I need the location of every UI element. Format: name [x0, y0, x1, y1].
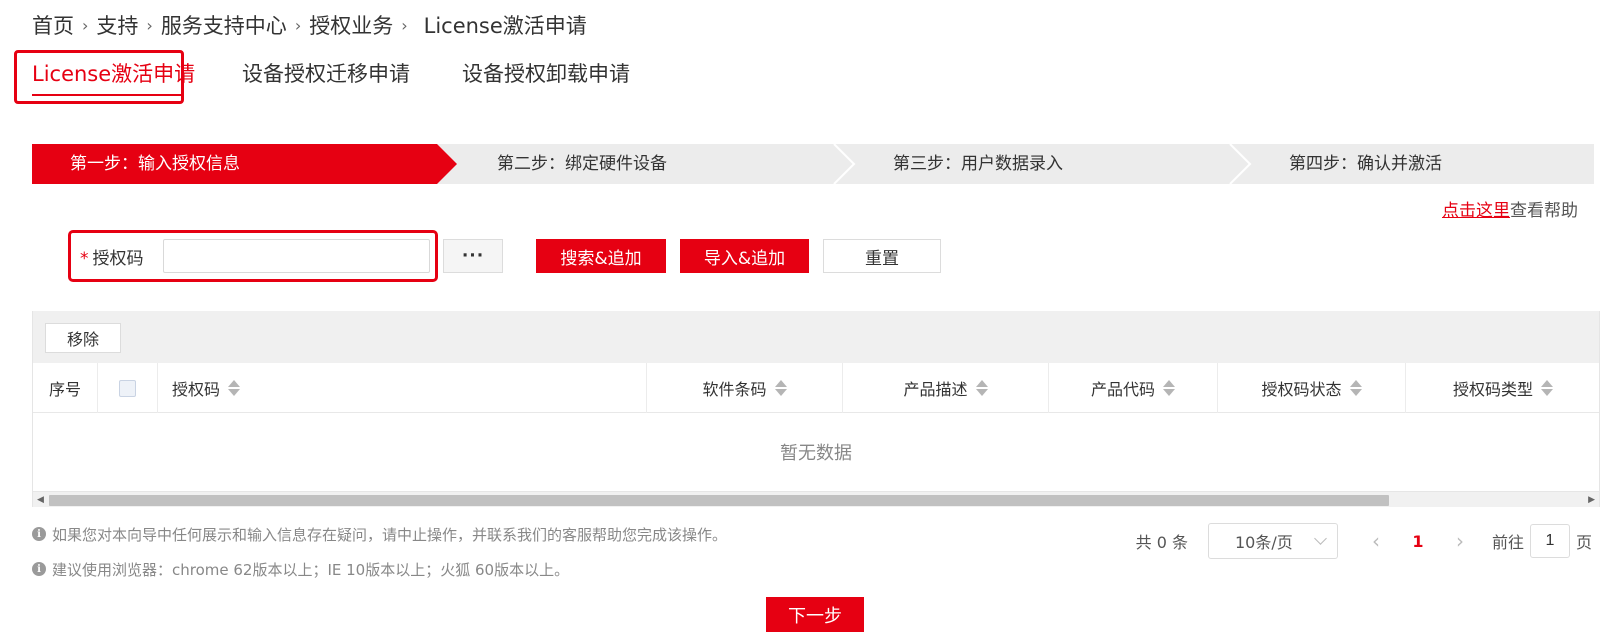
column-auth-code-type-label: 授权码类型 — [1452, 380, 1533, 399]
help-hint: 点击这里查看帮助 — [1442, 196, 1578, 221]
column-index-label: 序号 — [49, 380, 82, 399]
search-add-button[interactable]: 搜索&追加 — [536, 239, 666, 273]
next-page-icon[interactable]: › — [1442, 523, 1478, 559]
select-all-checkbox[interactable] — [119, 379, 136, 397]
info-icon: i — [32, 562, 46, 576]
step-3-label: 第三步：用户数据录入 — [893, 154, 1063, 174]
remove-button[interactable]: 移除 — [45, 323, 121, 353]
horizontal-scrollbar[interactable]: ◀ ▶ — [33, 491, 1599, 507]
column-auth-code-status[interactable]: 授权码状态 — [1218, 363, 1406, 413]
sort-icon[interactable] — [1349, 379, 1362, 397]
sort-icon[interactable] — [774, 379, 787, 397]
note-text: 如果您对本向导中任何展示和输入信息存在疑问，请中止操作，并联系我们的客服帮助您完… — [52, 525, 728, 544]
notes: i 如果您对本向导中任何展示和输入信息存在疑问，请中止操作，并联系我们的客服帮助… — [32, 524, 727, 594]
table-empty-text: 暂无数据 — [780, 443, 852, 464]
page-size-select[interactable]: 10条/页 — [1207, 523, 1338, 559]
table-header: 序号 授权码 软件条码 产品描述 产品代码 授权码状态 授权码类型 — [33, 363, 1599, 413]
note-text: 建议使用浏览器：chrome 62版本以上；IE 10版本以上；火狐 60版本以… — [52, 560, 570, 579]
column-product-description-label: 产品描述 — [903, 380, 968, 399]
step-progress-bar: 第一步：输入授权信息 第二步：绑定硬件设备 第三步：用户数据录入 第四步：确认并… — [32, 144, 1594, 184]
tab-device-migration[interactable]: 设备授权迁移申请 — [242, 58, 410, 88]
auth-code-input[interactable] — [163, 239, 430, 273]
help-link[interactable]: 点击这里 — [1442, 201, 1510, 221]
column-software-barcode-label: 软件条码 — [702, 380, 767, 399]
step-2: 第二步：绑定硬件设备 — [457, 144, 853, 184]
goto-page-input[interactable] — [1529, 524, 1570, 558]
goto-label: 前往 — [1491, 533, 1524, 552]
step-1-label: 第一步：输入授权信息 — [70, 154, 240, 174]
breadcrumb-separator: › — [146, 16, 153, 35]
total-count: 共 0 条 — [1135, 533, 1188, 552]
breadcrumb: 首页 › 支持 › 服务支持中心 › 授权业务 › License激活申请 — [32, 10, 587, 40]
breadcrumb-license-business[interactable]: 授权业务 — [309, 14, 393, 38]
column-software-barcode[interactable]: 软件条码 — [647, 363, 843, 413]
required-mark: * — [80, 249, 89, 269]
breadcrumb-separator: › — [401, 16, 408, 35]
help-text: 查看帮助 — [1510, 201, 1578, 221]
breadcrumb-separator: › — [82, 16, 89, 35]
column-auth-code-status-label: 授权码状态 — [1261, 380, 1342, 399]
license-table: 移除 序号 授权码 软件条码 产品描述 产品代码 授权码状态 授权码类型 暂无数… — [32, 311, 1600, 507]
more-options-button[interactable]: ··· — [443, 239, 503, 273]
column-auth-code-type[interactable]: 授权码类型 — [1406, 363, 1600, 413]
goto-suffix: 页 — [1575, 533, 1592, 552]
column-index: 序号 — [33, 363, 98, 413]
column-auth-code-label: 授权码 — [172, 380, 221, 399]
next-step-button[interactable]: 下一步 — [766, 597, 864, 632]
table-toolbar: 移除 — [33, 311, 1599, 363]
column-auth-code[interactable]: 授权码 — [158, 363, 647, 413]
scroll-right-icon[interactable]: ▶ — [1588, 493, 1595, 507]
prev-page-icon[interactable]: ‹ — [1358, 523, 1394, 559]
step-4-label: 第四步：确认并激活 — [1289, 154, 1442, 174]
sort-icon[interactable] — [228, 379, 241, 397]
scrollbar-thumb[interactable] — [49, 495, 1389, 506]
column-product-code[interactable]: 产品代码 — [1049, 363, 1218, 413]
step-2-label: 第二步：绑定硬件设备 — [497, 154, 667, 174]
note-item: i 建议使用浏览器：chrome 62版本以上；IE 10版本以上；火狐 60版… — [32, 559, 727, 579]
auth-code-label: * 授权码 — [80, 244, 144, 269]
step-3: 第三步：用户数据录入 — [853, 144, 1249, 184]
note-item: i 如果您对本向导中任何展示和输入信息存在疑问，请中止操作，并联系我们的客服帮助… — [32, 524, 727, 544]
sort-icon[interactable] — [1541, 379, 1553, 397]
column-select — [98, 363, 158, 413]
chevron-down-icon — [1314, 532, 1327, 545]
column-product-code-label: 产品代码 — [1090, 380, 1155, 399]
tab-license-activation[interactable]: License激活申请 — [32, 58, 195, 88]
auth-code-label-text: 授权码 — [92, 249, 144, 269]
info-icon: i — [32, 527, 46, 541]
breadcrumb-service-center[interactable]: 服务支持中心 — [161, 14, 287, 38]
reset-button[interactable]: 重置 — [823, 239, 941, 273]
page-number[interactable]: 1 — [1400, 532, 1436, 551]
breadcrumb-separator: › — [294, 16, 302, 35]
pagination: 共 0 条 10条/页 ‹ 1 › 前往 页 — [1136, 523, 1592, 559]
scroll-left-icon[interactable]: ◀ — [37, 493, 44, 507]
tab-device-uninstall[interactable]: 设备授权卸载申请 — [462, 58, 630, 88]
sort-icon[interactable] — [1163, 379, 1175, 397]
tab-active-underline — [32, 94, 182, 96]
tab-bar: License激活申请 设备授权迁移申请 设备授权卸载申请 — [14, 50, 734, 104]
step-4: 第四步：确认并激活 — [1249, 144, 1594, 184]
step-1: 第一步：输入授权信息 — [32, 144, 457, 184]
column-product-description[interactable]: 产品描述 — [843, 363, 1049, 413]
breadcrumb-support[interactable]: 支持 — [96, 14, 138, 38]
page-size-value: 10条/页 — [1234, 533, 1293, 552]
breadcrumb-home[interactable]: 首页 — [32, 14, 74, 38]
sort-icon[interactable] — [975, 379, 988, 397]
import-add-button[interactable]: 导入&追加 — [680, 239, 809, 273]
breadcrumb-current: License激活申请 — [423, 14, 587, 38]
